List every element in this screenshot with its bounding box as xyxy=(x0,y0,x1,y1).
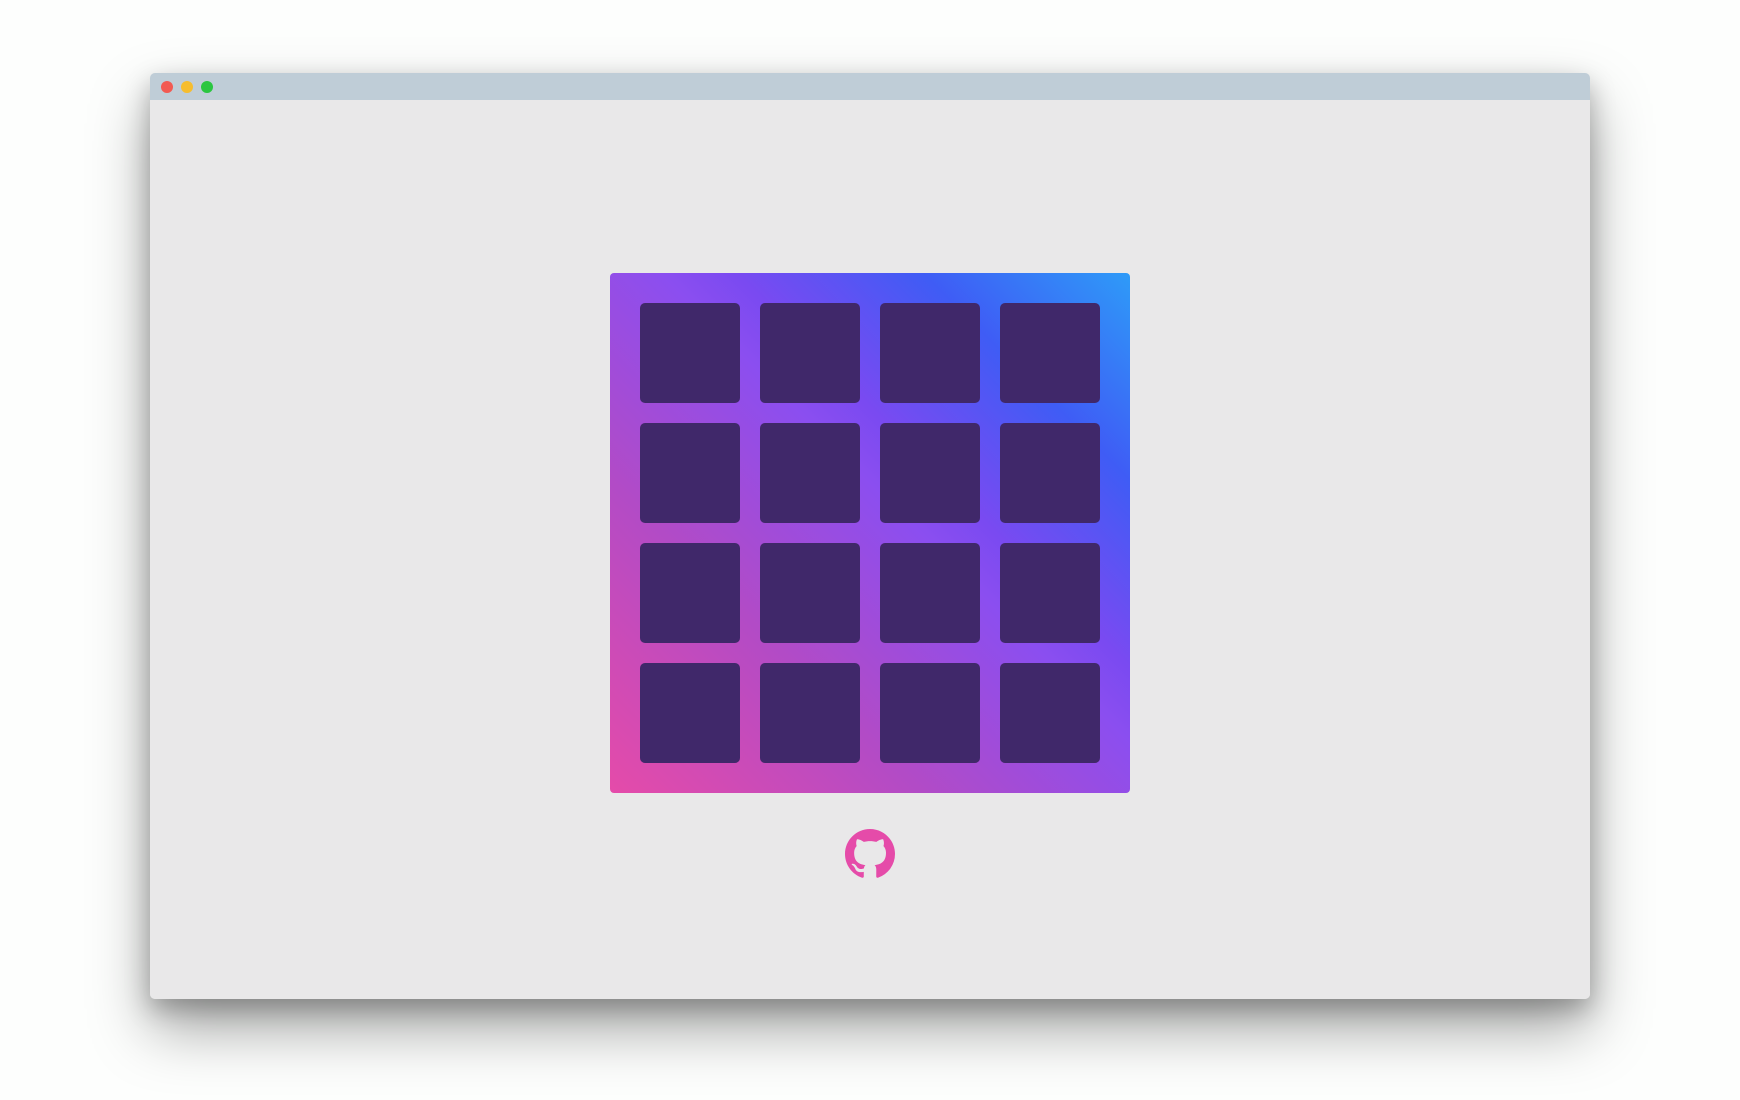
grid-cell[interactable] xyxy=(1000,423,1100,523)
grid-cell[interactable] xyxy=(760,303,860,403)
grid-cell[interactable] xyxy=(880,543,980,643)
grid-cell[interactable] xyxy=(880,303,980,403)
grid-cell[interactable] xyxy=(1000,303,1100,403)
grid-cell[interactable] xyxy=(640,303,740,403)
tile-grid xyxy=(640,303,1100,763)
window-titlebar xyxy=(150,73,1590,100)
github-link[interactable] xyxy=(845,829,895,879)
close-window-button[interactable] xyxy=(161,81,173,93)
grid-cell[interactable] xyxy=(640,663,740,763)
grid-cell[interactable] xyxy=(760,423,860,523)
game-board xyxy=(610,273,1130,793)
grid-cell[interactable] xyxy=(1000,543,1100,643)
grid-cell[interactable] xyxy=(760,663,860,763)
page-content xyxy=(150,100,1590,999)
github-icon xyxy=(845,829,895,878)
minimize-window-button[interactable] xyxy=(181,81,193,93)
grid-cell[interactable] xyxy=(880,423,980,523)
grid-cell[interactable] xyxy=(1000,663,1100,763)
browser-window xyxy=(150,73,1590,999)
grid-cell[interactable] xyxy=(880,663,980,763)
maximize-window-button[interactable] xyxy=(201,81,213,93)
grid-cell[interactable] xyxy=(640,423,740,523)
grid-cell[interactable] xyxy=(640,543,740,643)
grid-cell[interactable] xyxy=(760,543,860,643)
